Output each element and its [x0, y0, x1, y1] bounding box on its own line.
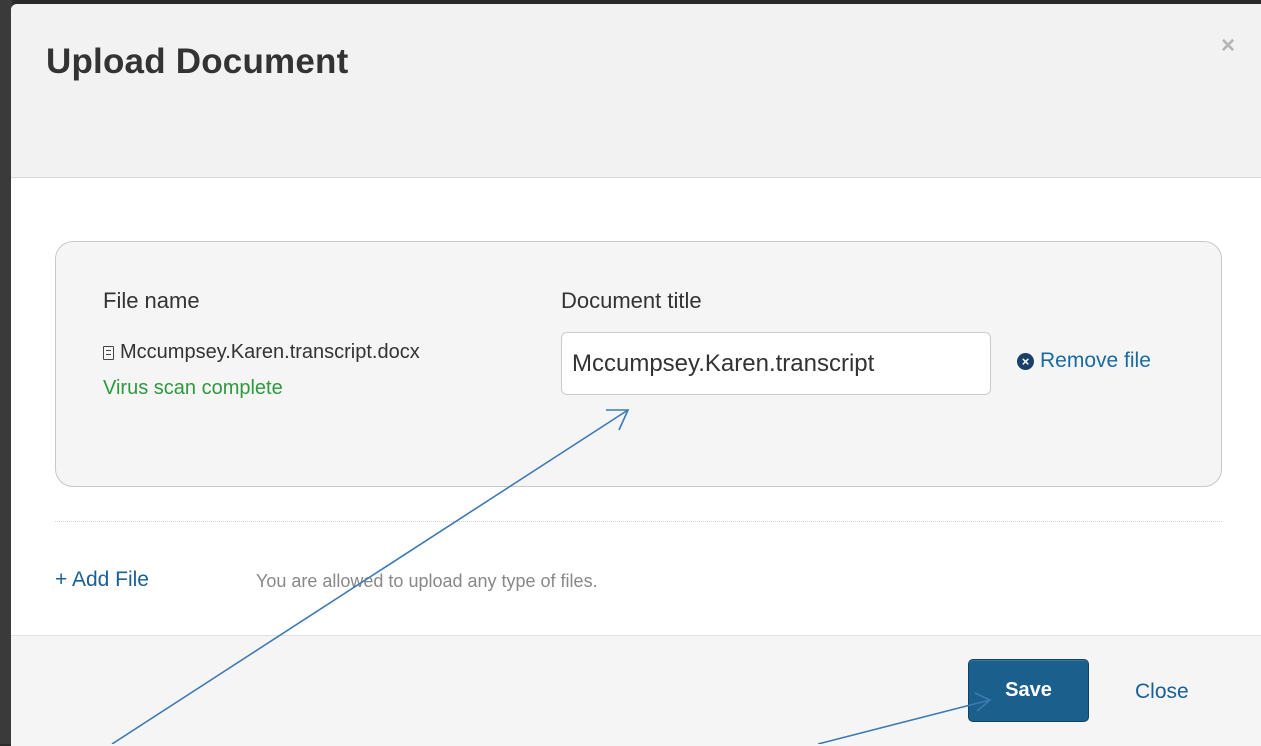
upload-help-text: You are allowed to upload any type of fi… — [256, 571, 598, 591]
save-button[interactable]: Save — [968, 659, 1089, 722]
upload-document-dialog: Upload Document × File name Document tit… — [11, 4, 1261, 746]
remove-file-link[interactable]: × Remove file — [1017, 342, 1157, 379]
add-file-link[interactable]: + Add File — [55, 568, 149, 592]
dialog-header: Upload Document × — [11, 4, 1261, 178]
dialog-title: Upload Document — [46, 42, 349, 81]
close-icon[interactable]: × — [1221, 32, 1235, 60]
section-divider — [55, 521, 1222, 522]
remove-file-label: Remove file — [1040, 349, 1151, 372]
close-button[interactable]: Close — [1135, 680, 1189, 704]
document-title-input[interactable] — [561, 332, 991, 395]
file-panel: File name Document title Mccumpsey.Karen… — [55, 241, 1222, 487]
circle-x-icon: × — [1017, 353, 1034, 370]
file-name: Mccumpsey.Karen.transcript.docx — [120, 341, 420, 363]
file-name-label: File name — [103, 288, 200, 313]
virus-scan-status: Virus scan complete — [103, 377, 283, 399]
document-icon — [103, 345, 114, 360]
dialog-footer: Save Close — [11, 635, 1261, 746]
file-name-row: Mccumpsey.Karen.transcript.docx — [103, 341, 420, 364]
document-title-label: Document title — [561, 288, 702, 313]
